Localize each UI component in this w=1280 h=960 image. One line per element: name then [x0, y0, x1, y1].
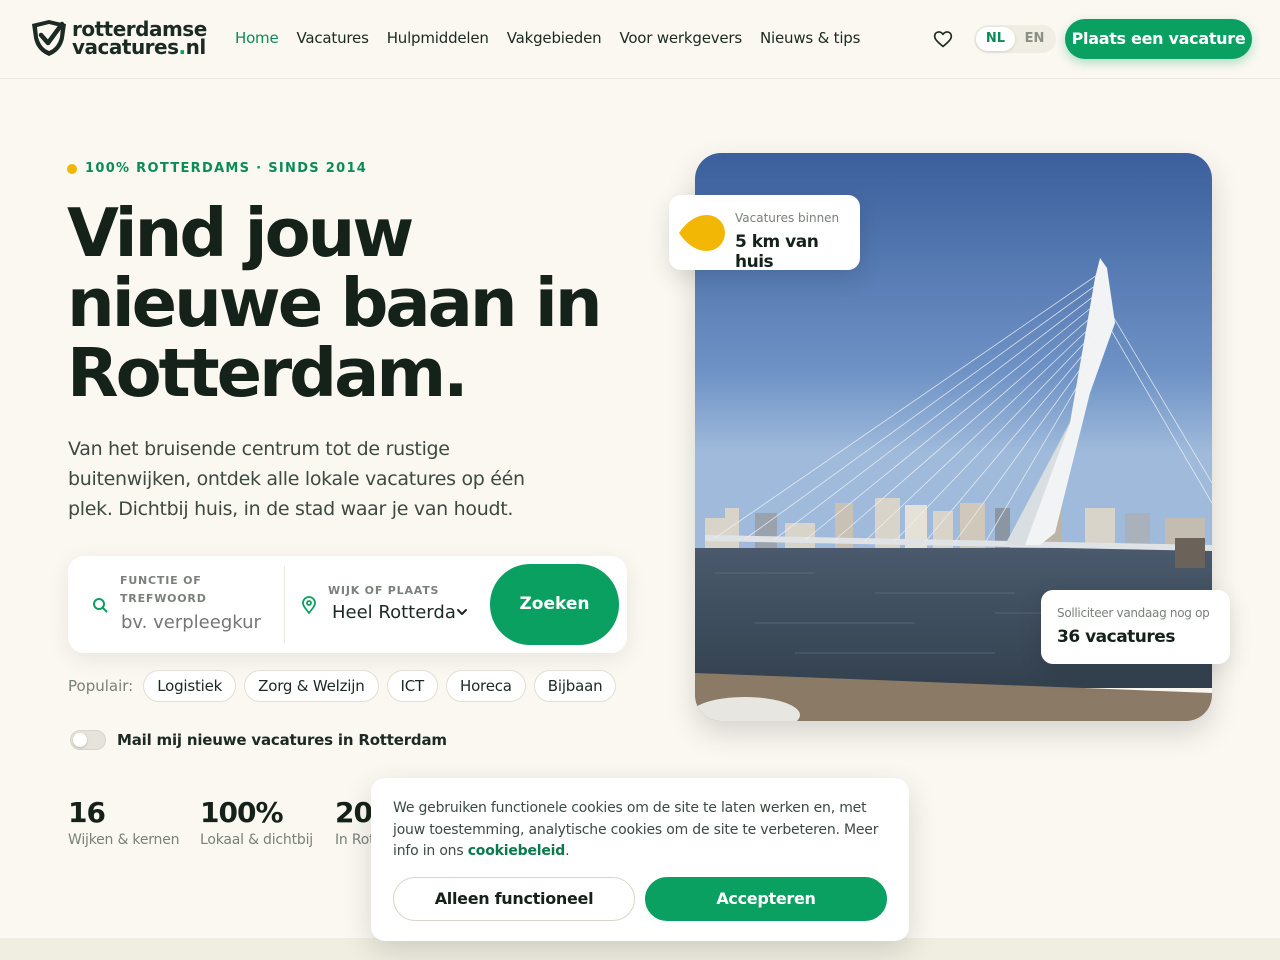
- stat-caption: Lokaal & dichtbij: [200, 832, 313, 848]
- map-pin-icon: [302, 596, 316, 614]
- chip-zorg-welzijn[interactable]: Zorg & Welzijn: [244, 670, 379, 702]
- nav-voor-werkgevers[interactable]: Voor werkgevers: [619, 29, 742, 47]
- search-button[interactable]: Zoeken: [490, 564, 619, 645]
- nav-hulpmiddelen[interactable]: Hulpmiddelen: [387, 29, 489, 47]
- distance-card-caption: Vacatures binnen: [735, 211, 840, 225]
- keyword-input[interactable]: [121, 612, 261, 633]
- search-bar: FUNCTIE OF TREFWOORD WIJK OF PLAATS Heel…: [68, 556, 627, 653]
- chip-bijbaan[interactable]: Bijbaan: [533, 670, 617, 702]
- chevron-down-icon: [457, 609, 467, 615]
- job-alert-row: Mail mij nieuwe vacatures in Rotterdam: [70, 730, 447, 750]
- hero-eyebrow: 100% ROTTERDAMS · SINDS 2014: [67, 161, 367, 176]
- nav-nieuws-tips[interactable]: Nieuws & tips: [760, 29, 860, 47]
- favorites-heart-icon[interactable]: [933, 29, 953, 53]
- main-nav: Home Vacatures Hulpmiddelen Vakgebieden …: [235, 29, 860, 47]
- vacancy-card-caption: Solliciteer vandaag nog op: [1057, 606, 1210, 620]
- place-select[interactable]: Heel Rotterdam: [332, 602, 457, 623]
- lang-nl[interactable]: NL: [976, 27, 1015, 51]
- location-pin-icon: [679, 215, 725, 251]
- place-field: WIJK OF PLAATS Heel Rotterdam: [284, 566, 484, 643]
- hero-lead: Van het bruisende centrum tot de rustige…: [68, 438, 525, 520]
- nav-vacatures[interactable]: Vacatures: [297, 29, 369, 47]
- language-switch: NL EN: [974, 25, 1056, 53]
- popular-searches: Populair: Logistiek Zorg & Welzijn ICT H…: [68, 670, 617, 702]
- stat-item: 16 Wijken & kernen: [68, 796, 180, 848]
- stat-caption: Wijken & kernen: [68, 832, 180, 848]
- functional-only-button[interactable]: Alleen functioneel: [393, 877, 635, 921]
- logo-dot: .: [178, 35, 187, 59]
- stat-number: 20: [335, 796, 373, 829]
- logo-tld: nl: [185, 35, 207, 59]
- chip-ict[interactable]: ICT: [386, 670, 438, 702]
- cookie-message: We gebruiken functionele cookies om de s…: [393, 800, 879, 859]
- cookie-period: .: [565, 843, 570, 859]
- post-vacancy-button[interactable]: Plaats een vacature: [1065, 19, 1252, 59]
- section-divider: [0, 938, 1280, 960]
- distance-card: Vacatures binnen 5 km van huis: [669, 195, 860, 272]
- popular-label: Populair:: [68, 677, 134, 695]
- stat-item: 20 In Rot: [335, 796, 375, 848]
- logo-line-2: vacatures.nl: [72, 35, 207, 59]
- search-icon: [93, 598, 108, 613]
- stat-item: 100% Lokaal & dichtbij: [200, 796, 313, 848]
- badge-check-icon: [32, 20, 66, 56]
- chip-logistiek[interactable]: Logistiek: [143, 670, 237, 702]
- lang-en[interactable]: EN: [1015, 27, 1054, 51]
- logo-word-vacatures: vacatures: [72, 35, 179, 59]
- site-header: rotterdamse vacatures.nl Home Vacatures …: [0, 0, 1280, 79]
- accept-cookies-button[interactable]: Accepteren: [645, 877, 887, 921]
- stat-caption: In Rot: [335, 832, 375, 848]
- cookie-text: We gebruiken functionele cookies om de s…: [393, 798, 893, 863]
- nav-home[interactable]: Home: [235, 29, 279, 47]
- eyebrow-dot: [67, 163, 77, 174]
- stat-number: 16: [68, 796, 106, 829]
- vacancy-card-value: 36 vacatures: [1057, 627, 1175, 647]
- vacancy-count-card: Solliciteer vandaag nog op 36 vacatures: [1041, 590, 1230, 664]
- cookie-policy-link[interactable]: cookiebeleid: [468, 843, 566, 859]
- nav-vakgebieden[interactable]: Vakgebieden: [507, 29, 602, 47]
- cookie-banner: We gebruiken functionele cookies om de s…: [371, 778, 909, 941]
- logo-wordmark: rotterdamse vacatures.nl: [72, 19, 207, 59]
- keyword-field: FUNCTIE OF TREFWOORD: [68, 556, 283, 653]
- job-alert-label: Mail mij nieuwe vacatures in Rotterdam: [117, 731, 447, 749]
- stat-number: 100%: [200, 796, 284, 829]
- chip-horeca[interactable]: Horeca: [446, 670, 526, 702]
- keyword-label: FUNCTIE OF TREFWOORD: [120, 574, 207, 605]
- site-logo[interactable]: rotterdamse vacatures.nl: [30, 18, 207, 58]
- place-label: WIJK OF PLAATS: [328, 584, 440, 597]
- job-alert-toggle[interactable]: [70, 730, 106, 750]
- distance-card-value: 5 km van huis: [735, 232, 819, 272]
- hero-title: Vind jouw nieuwe baan in Rotterdam.: [67, 194, 603, 412]
- eyebrow-text: 100% ROTTERDAMS · SINDS 2014: [85, 161, 368, 176]
